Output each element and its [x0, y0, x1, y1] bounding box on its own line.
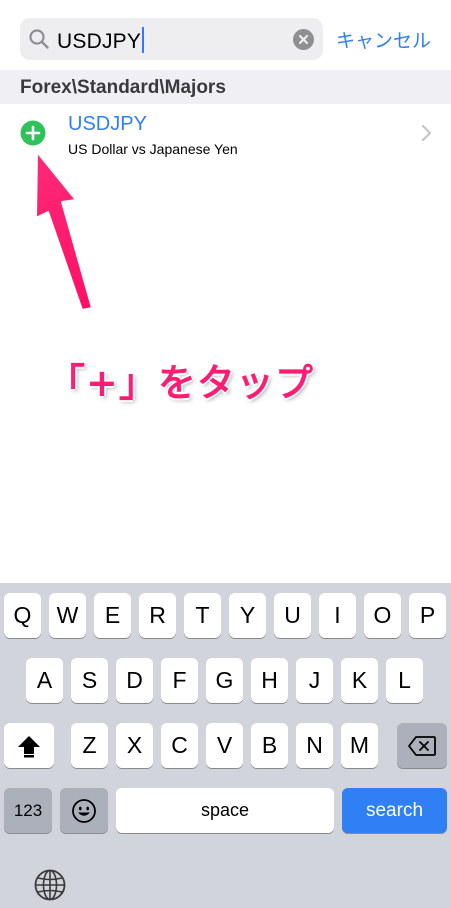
key-label: V: [216, 732, 233, 758]
section-header: Forex\Standard\Majors: [0, 70, 451, 104]
key-f[interactable]: F: [161, 658, 198, 703]
key-label: J: [308, 667, 321, 693]
key-label: G: [215, 667, 234, 693]
search-field[interactable]: USDJPY: [20, 18, 323, 60]
key-l[interactable]: L: [386, 658, 423, 703]
key-w[interactable]: W: [49, 593, 86, 638]
key-z[interactable]: Z: [71, 723, 108, 768]
search-bar: USDJPY キャンセル: [0, 0, 451, 70]
search-input[interactable]: USDJPY: [57, 27, 145, 54]
key-i[interactable]: I: [319, 593, 356, 638]
key-g[interactable]: G: [206, 658, 243, 703]
key-label: Z: [82, 732, 97, 758]
clear-x-glyph: [298, 34, 309, 45]
key-m[interactable]: M: [341, 723, 378, 768]
key-label: C: [171, 732, 188, 758]
clear-icon[interactable]: [293, 29, 314, 50]
key-label: A: [36, 667, 53, 693]
search-icon: [29, 29, 49, 49]
key-label: T: [195, 602, 210, 628]
key-label: Y: [239, 602, 256, 628]
key-o[interactable]: O: [364, 593, 401, 638]
emoji-key[interactable]: [60, 788, 108, 833]
section-title: Forex\Standard\Majors: [20, 77, 226, 98]
add-icon[interactable]: [20, 120, 46, 146]
key-label: U: [284, 602, 301, 628]
key-c[interactable]: C: [161, 723, 198, 768]
key-x[interactable]: X: [116, 723, 153, 768]
key-label: K: [351, 667, 368, 693]
shift-key[interactable]: [4, 723, 54, 768]
backspace-icon: [408, 735, 436, 756]
annotation-text: 「+」をタップ: [47, 361, 314, 405]
key-t[interactable]: T: [184, 593, 221, 638]
key-label: I: [334, 602, 341, 628]
text-caret: [142, 27, 145, 53]
delete-key[interactable]: [397, 723, 447, 768]
search-query-text: USDJPY: [57, 30, 142, 53]
key-p[interactable]: P: [409, 593, 446, 638]
keyboard: Q W E R T Y U I O P A S D F G H J K L Z …: [0, 583, 451, 908]
key-q[interactable]: Q: [4, 593, 41, 638]
key-s[interactable]: S: [71, 658, 108, 703]
chevron-right-icon[interactable]: [420, 124, 432, 142]
key-e[interactable]: E: [94, 593, 131, 638]
emoji-icon: [72, 798, 96, 823]
key-k[interactable]: K: [341, 658, 378, 703]
key-h[interactable]: H: [251, 658, 288, 703]
key-label: Q: [13, 602, 32, 628]
key-u[interactable]: U: [274, 593, 311, 638]
shift-arrow-icon: [18, 735, 40, 757]
symbol-name: USDJPY: [68, 113, 147, 135]
key-n[interactable]: N: [296, 723, 333, 768]
key-label: P: [419, 602, 436, 628]
cancel-button[interactable]: キャンセル: [336, 26, 431, 53]
key-label: H: [261, 667, 278, 693]
key-label: R: [149, 602, 166, 628]
key-label: W: [56, 602, 79, 628]
numbers-key[interactable]: 123: [4, 788, 52, 833]
key-label: X: [126, 732, 143, 758]
key-label: N: [306, 732, 323, 758]
key-b[interactable]: B: [251, 723, 288, 768]
key-v[interactable]: V: [206, 723, 243, 768]
key-label: space: [200, 800, 250, 820]
key-label: M: [349, 732, 370, 758]
key-a[interactable]: A: [26, 658, 63, 703]
key-d[interactable]: D: [116, 658, 153, 703]
key-r[interactable]: R: [139, 593, 176, 638]
key-label: F: [172, 667, 187, 693]
key-label: B: [261, 732, 278, 758]
key-y[interactable]: Y: [229, 593, 266, 638]
key-label: search: [365, 799, 424, 821]
annotation-arrow: [35, 151, 93, 311]
key-j[interactable]: J: [296, 658, 333, 703]
key-label: O: [373, 602, 392, 628]
key-label: L: [398, 667, 411, 693]
key-label: 123: [13, 800, 43, 820]
globe-icon[interactable]: [33, 868, 67, 902]
space-key[interactable]: space: [116, 788, 334, 833]
key-label: E: [104, 602, 121, 628]
key-label: D: [126, 667, 143, 693]
search-key[interactable]: search: [342, 788, 447, 833]
key-label: S: [81, 667, 98, 693]
